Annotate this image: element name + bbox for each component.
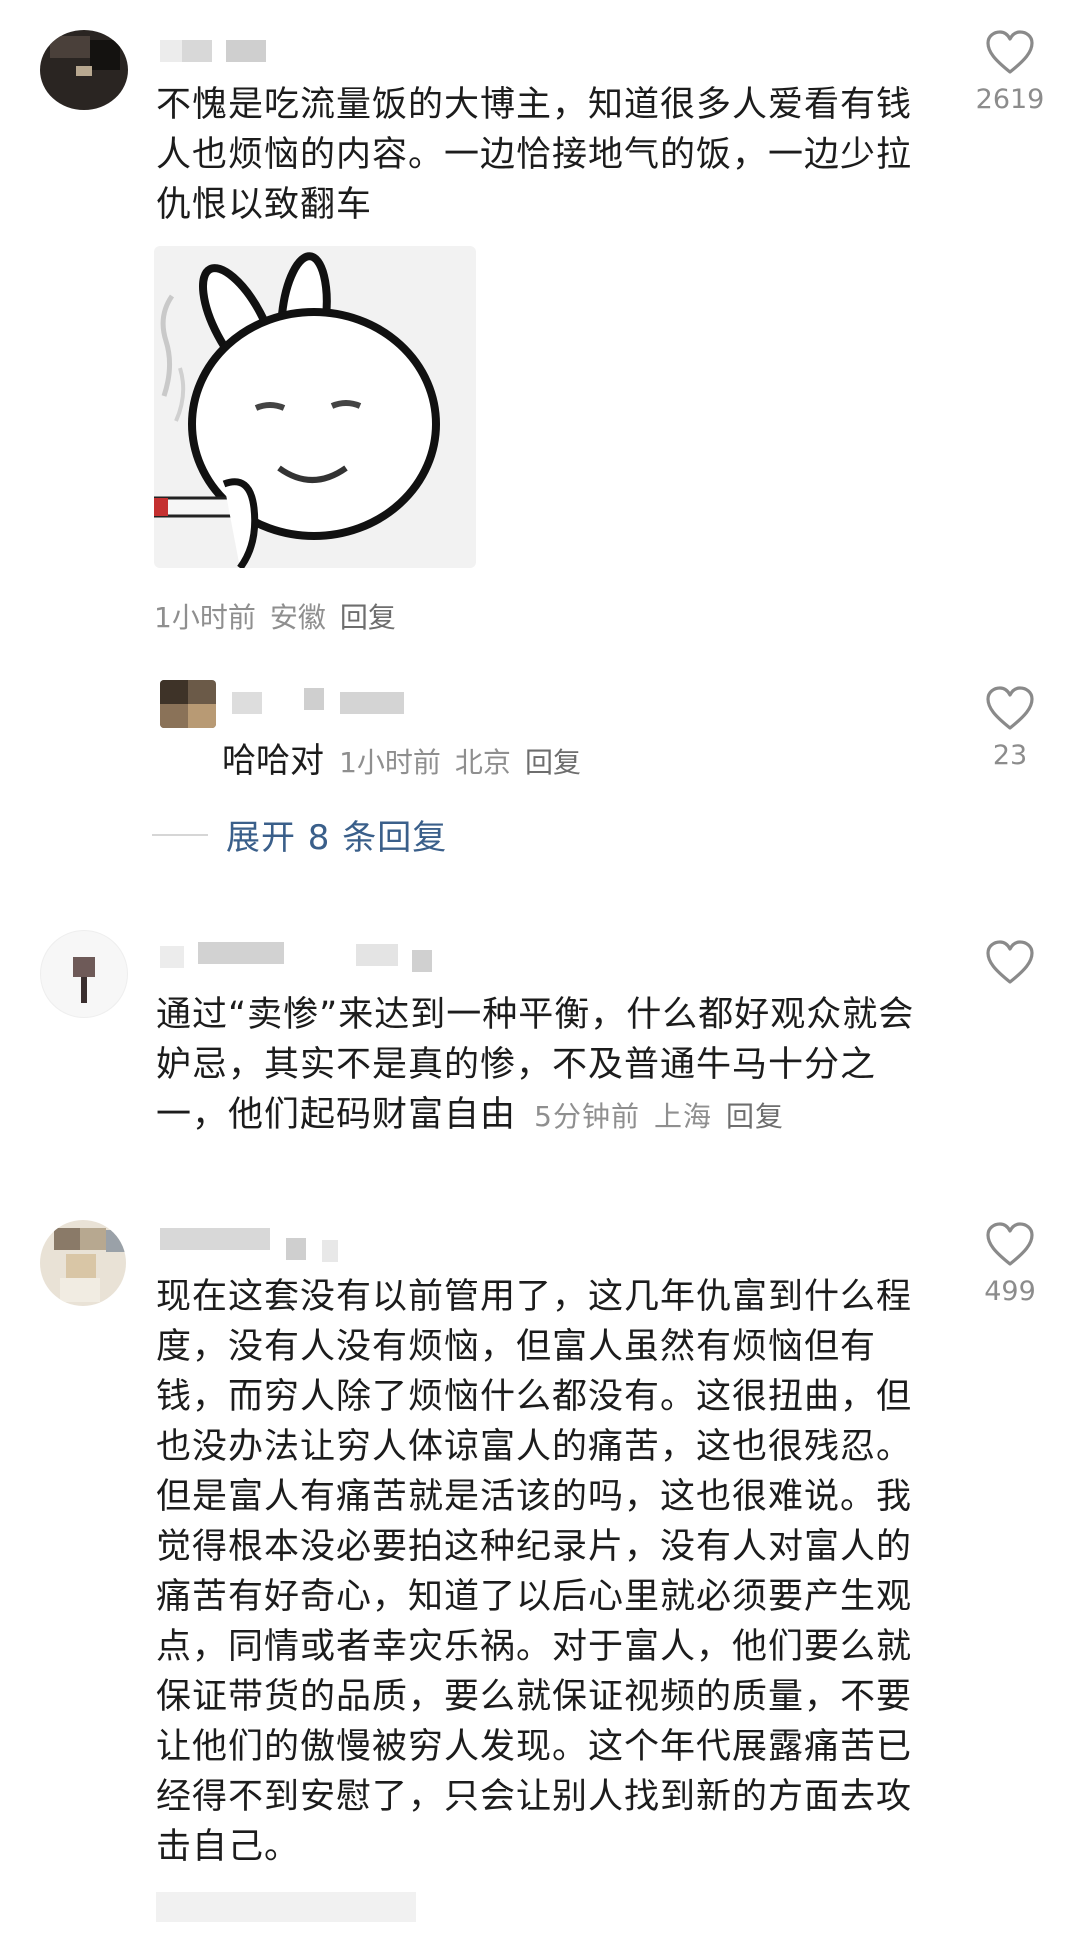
heart-icon [986, 1222, 1034, 1266]
divider-line [152, 833, 208, 836]
heart-icon [986, 30, 1034, 74]
comment-text: 现在这套没有以前管用了，这几年仇富到什么程度，没有人没有烦恼，但富人虽然有烦恼但… [156, 1277, 913, 1867]
avatar[interactable] [40, 1220, 126, 1306]
bunny-smoking-icon [154, 252, 440, 568]
sticker-image[interactable] [154, 246, 476, 568]
comment-location: 安徽 [269, 601, 326, 634]
heart-icon [986, 940, 1034, 984]
comment-time: 1小时前 [154, 601, 256, 634]
expand-replies-label: 展开 8 条回复 [226, 818, 448, 858]
reply-button[interactable]: 回复 [340, 601, 396, 634]
heart-icon [986, 686, 1034, 730]
comment-text: 不愧是吃流量饭的大博主，知道很多人爱看有钱人也烦恼的内容。一边恰接地气的饭，一边… [156, 85, 913, 225]
like-button[interactable]: 2619 [960, 30, 1060, 115]
like-count: 499 [984, 1276, 1036, 1307]
comment-meta: 1小时前 安徽 回复 [154, 596, 396, 636]
like-count: 23 [992, 740, 1028, 771]
like-button[interactable] [960, 940, 1060, 986]
comment-location: 上海 [653, 1100, 712, 1133]
reply-row: 哈哈对 1小时前 北京 回复 [222, 733, 581, 782]
reply-location: 北京 [454, 746, 511, 779]
reply-time: 1小时前 [339, 746, 441, 779]
expand-replies-button[interactable]: 展开 8 条回复 [152, 810, 447, 859]
avatar[interactable] [40, 930, 128, 1018]
reply-like-button[interactable]: 23 [960, 686, 1060, 771]
reply-button[interactable]: 回复 [525, 746, 581, 779]
comment-text: 通过“卖惨”来达到一种平衡，什么都好观众就会妒忌，其实不是真的惨，不及普通牛马十… [156, 990, 916, 1142]
like-button[interactable]: 499 [960, 1222, 1060, 1307]
reply-text: 哈哈对 [222, 741, 324, 781]
reply-button[interactable]: 回复 [726, 1100, 784, 1133]
comment-time: 5分钟前 [534, 1100, 640, 1133]
avatar[interactable] [40, 30, 128, 110]
like-count: 2619 [975, 84, 1045, 115]
reply-avatar[interactable] [160, 680, 216, 728]
